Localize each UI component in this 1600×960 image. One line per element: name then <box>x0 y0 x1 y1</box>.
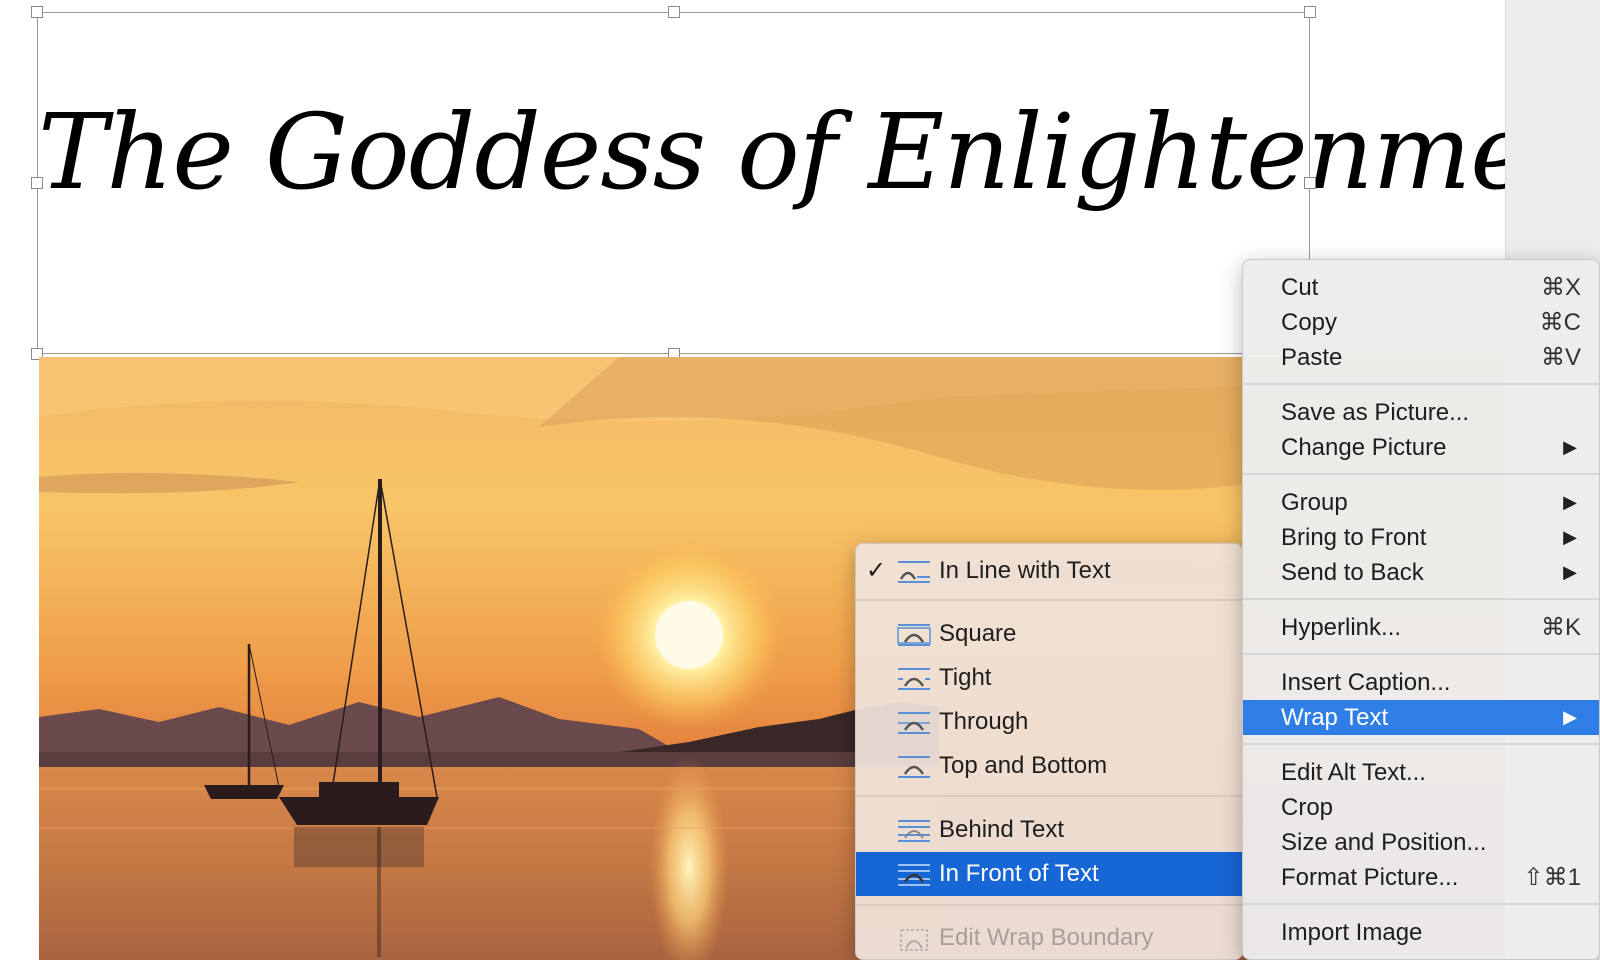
menu-item-shortcut: ⌘X <box>1540 274 1581 301</box>
wrap-option-label: Square <box>939 620 1017 647</box>
menu-item-label: Group <box>1281 489 1348 516</box>
menu-item-copy[interactable]: Copy ⌘C <box>1243 305 1599 340</box>
menu-item-label: Cut <box>1281 274 1319 301</box>
wrap-option-edit-wrap-boundary: Edit Wrap Boundary <box>856 916 1242 959</box>
menu-item-insert-caption[interactable]: Insert Caption... <box>1243 665 1599 700</box>
menu-item-label: Change Picture <box>1281 434 1447 461</box>
menu-item-label: Send to Back <box>1281 559 1424 586</box>
submenu-arrow-icon: ▶ <box>1563 527 1577 547</box>
menu-item-label: Size and Position... <box>1281 829 1487 856</box>
menu-item-label: Save as Picture... <box>1281 399 1470 426</box>
wrap-inline-icon <box>898 561 930 583</box>
menu-item-label: Copy <box>1281 309 1338 336</box>
wrap-option-tight[interactable]: Tight <box>856 656 1242 700</box>
menu-item-label: Edit Alt Text... <box>1281 759 1426 786</box>
wrap-through-icon <box>898 712 930 734</box>
submenu-arrow-icon: ▶ <box>1563 437 1577 457</box>
menu-item-edit-alt-text[interactable]: Edit Alt Text... <box>1243 755 1599 790</box>
menu-item-cut[interactable]: Cut ⌘X <box>1243 270 1599 305</box>
menu-item-group[interactable]: Group ▶ <box>1243 485 1599 520</box>
menu-item-shortcut: ⌘V <box>1540 344 1581 371</box>
menu-item-send-to-back[interactable]: Send to Back ▶ <box>1243 555 1599 590</box>
wrap-square-icon <box>897 624 931 646</box>
menu-item-paste[interactable]: Paste ⌘V <box>1243 340 1599 375</box>
picture-context-menu: Cut ⌘X Copy ⌘C Paste ⌘V Save as Picture.… <box>1242 259 1600 960</box>
menu-item-wrap-text[interactable]: Wrap Text ▶ <box>1243 700 1599 735</box>
wrap-option-label: Edit Wrap Boundary <box>939 924 1154 951</box>
checkmark-icon: ✓ <box>866 557 887 584</box>
menu-item-label: Hyperlink... <box>1281 614 1402 641</box>
menu-item-change-picture[interactable]: Change Picture ▶ <box>1243 430 1599 465</box>
resize-handle-top-left[interactable] <box>31 6 43 18</box>
wrap-option-label: In Line with Text <box>939 557 1111 584</box>
wrap-text-submenu: ✓ In Line with Text Square Tight Through… <box>855 543 1243 960</box>
menu-item-import-image[interactable]: Import Image <box>1243 915 1599 950</box>
wrap-in-front-icon <box>898 864 930 886</box>
wrap-option-label: Top and Bottom <box>939 752 1108 779</box>
menu-item-shortcut: ⇧⌘1 <box>1523 864 1581 891</box>
menu-item-save-as-picture[interactable]: Save as Picture... <box>1243 395 1599 430</box>
wrap-option-label: In Front of Text <box>939 860 1099 887</box>
wrap-option-label: Through <box>939 708 1029 735</box>
menu-item-size-and-position[interactable]: Size and Position... <box>1243 825 1599 860</box>
wrap-option-through[interactable]: Through <box>856 700 1242 744</box>
wrap-tight-icon <box>898 668 930 690</box>
menu-item-shortcut: ⌘K <box>1540 614 1581 641</box>
resize-handle-top-right[interactable] <box>1304 6 1316 18</box>
menu-item-label: Import Image <box>1281 919 1423 946</box>
wrap-option-inline[interactable]: ✓ In Line with Text <box>856 549 1242 593</box>
menu-item-label: Insert Caption... <box>1281 669 1451 696</box>
wrap-option-square[interactable]: Square <box>856 612 1242 656</box>
menu-item-bring-to-front[interactable]: Bring to Front ▶ <box>1243 520 1599 555</box>
wrap-option-top-and-bottom[interactable]: Top and Bottom <box>856 744 1242 788</box>
menu-item-shortcut: ⌘C <box>1539 309 1581 336</box>
menu-item-format-picture[interactable]: Format Picture... ⇧⌘1 <box>1243 860 1599 895</box>
resize-handle-top-center[interactable] <box>668 6 680 18</box>
resize-handle-middle-right[interactable] <box>1304 177 1316 189</box>
submenu-arrow-icon: ▶ <box>1563 707 1577 727</box>
menu-item-label: Paste <box>1281 344 1343 371</box>
menu-item-label: Wrap Text <box>1281 704 1389 731</box>
submenu-arrow-icon: ▶ <box>1563 492 1577 512</box>
submenu-arrow-icon: ▶ <box>1563 562 1577 582</box>
wrap-option-label: Tight <box>939 664 992 691</box>
menu-item-label: Bring to Front <box>1281 524 1427 551</box>
wrap-option-behind-text[interactable]: Behind Text <box>856 808 1242 852</box>
menu-item-hyperlink[interactable]: Hyperlink... ⌘K <box>1243 610 1599 645</box>
wrap-option-label: Behind Text <box>939 816 1064 843</box>
title-text-box[interactable]: The Goddess of Enlightenment <box>37 12 1600 354</box>
wrap-option-in-front-of-text[interactable]: In Front of Text <box>856 852 1242 896</box>
resize-handle-middle-left[interactable] <box>31 177 43 189</box>
menu-item-crop[interactable]: Crop <box>1243 790 1599 825</box>
wrap-top-bottom-icon <box>898 756 930 778</box>
edit-wrap-boundary-icon <box>900 929 928 951</box>
wrap-behind-icon <box>898 820 930 842</box>
menu-item-label: Format Picture... <box>1281 864 1459 891</box>
document-title: The Goddess of Enlightenment <box>38 91 1600 213</box>
menu-item-label: Crop <box>1281 794 1334 821</box>
